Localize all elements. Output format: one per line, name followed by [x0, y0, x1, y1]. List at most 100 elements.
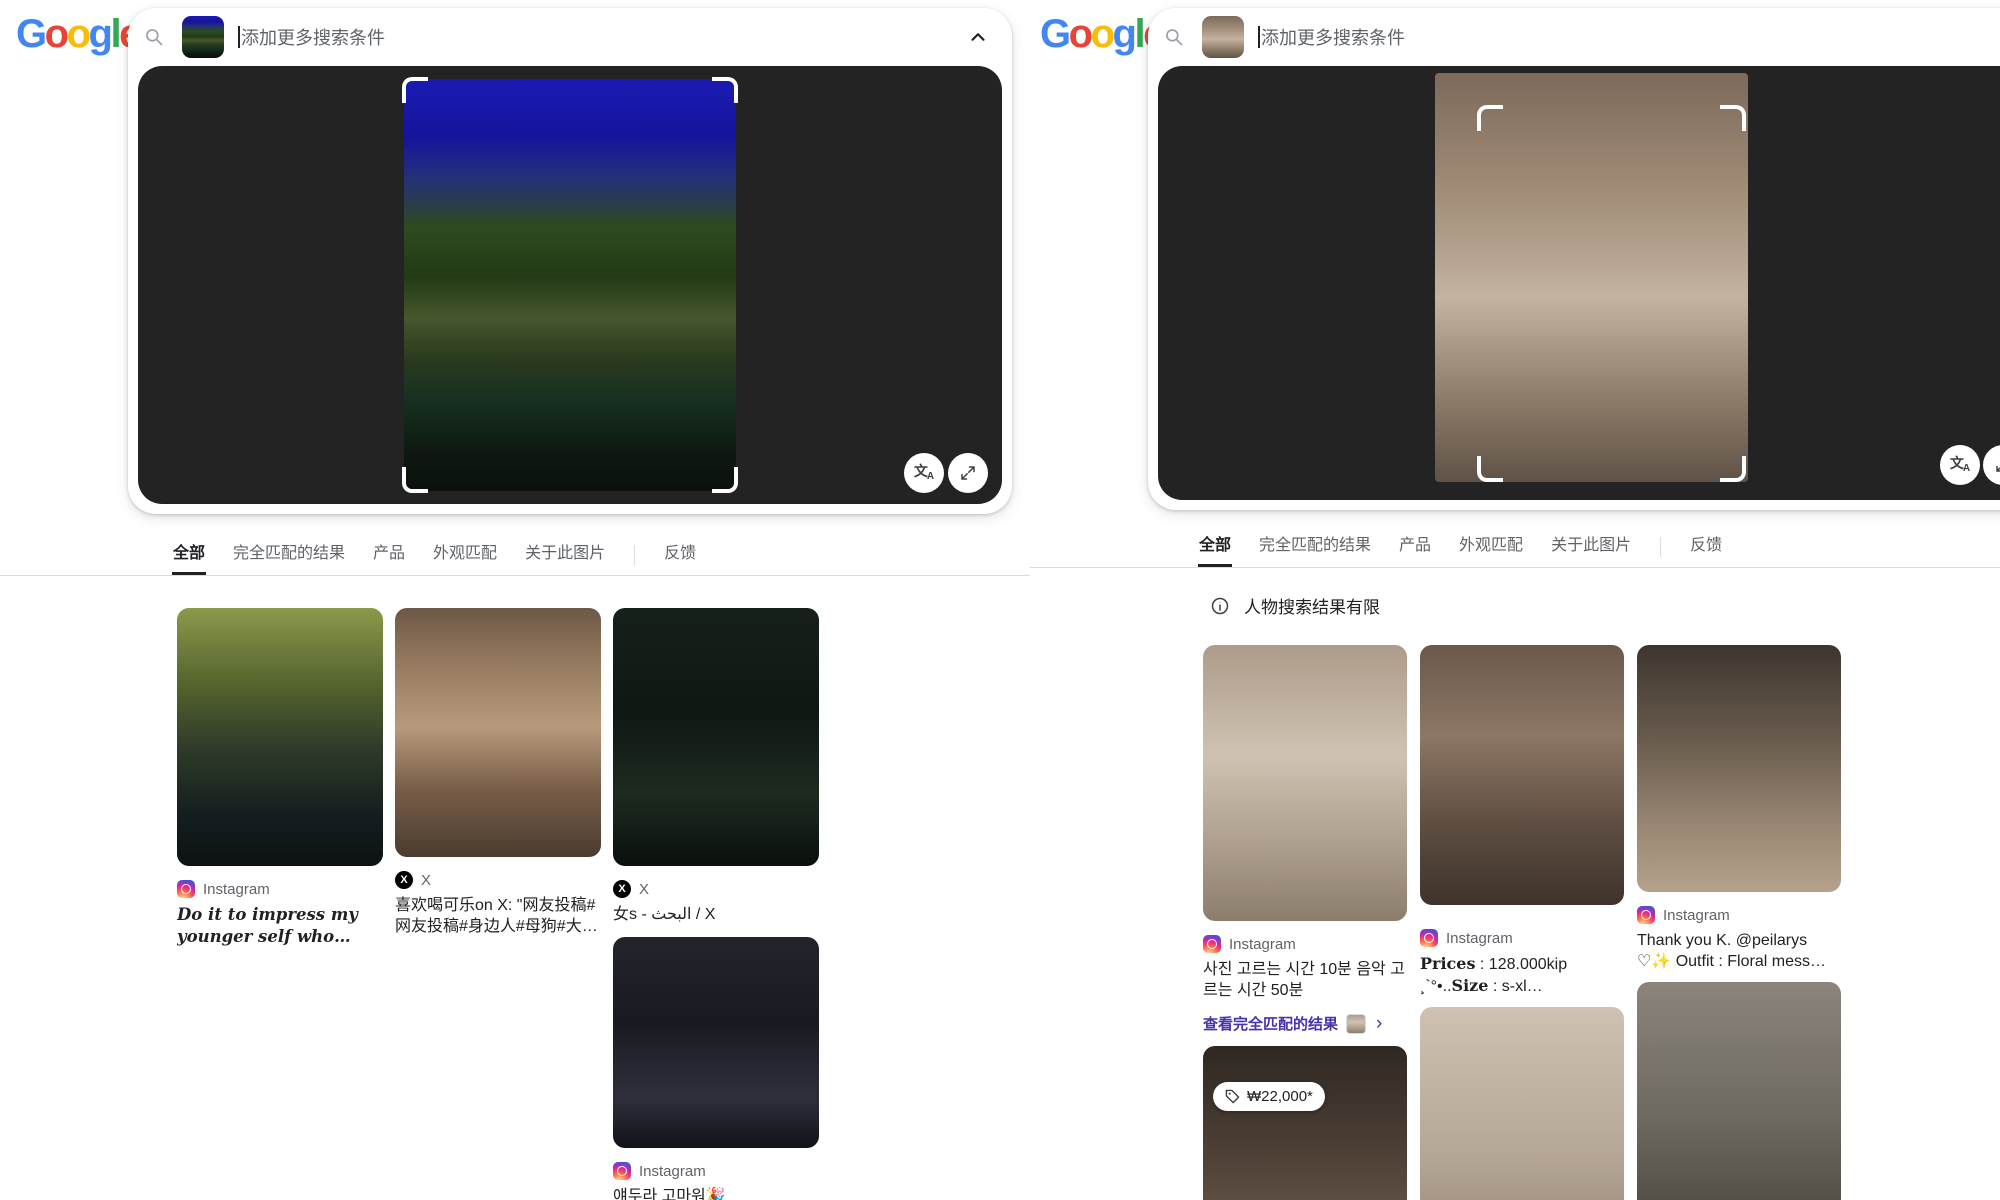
tab-all[interactable]: 全部	[1198, 523, 1232, 567]
source-name: Instagram	[1229, 936, 1296, 953]
price-text: ₩22,000*	[1247, 1088, 1313, 1105]
result-photo[interactable]	[1637, 982, 1841, 1200]
crop-corner[interactable]	[1720, 105, 1746, 131]
tab-products[interactable]: 产品	[372, 531, 406, 575]
source-row[interactable]: Instagram	[1203, 935, 1407, 953]
query-image-chip[interactable]	[182, 16, 224, 58]
result-caption[interactable]: 喜欢喝可乐on X: "网友投稿#网友投稿#身边人#母狗#大奶…	[395, 895, 601, 937]
link-label: 查看完全匹配的结果	[1203, 1013, 1338, 1034]
search-input[interactable]: 添加更多搜索条件	[241, 24, 385, 50]
instagram-icon	[1203, 935, 1221, 953]
tab-exact-matches[interactable]: 完全匹配的结果	[232, 531, 346, 575]
expand-button[interactable]	[948, 453, 988, 493]
source-name: X	[639, 881, 649, 898]
logo-letter: l	[110, 12, 119, 56]
tab-about-image[interactable]: 关于此图片	[524, 531, 606, 575]
tab-visual-matches[interactable]: 外观匹配	[432, 531, 498, 575]
logo-letter: o	[1091, 12, 1113, 56]
result-caption[interactable]: 얘두라 고마워🎉	[613, 1186, 819, 1200]
tab-visual-matches[interactable]: 外观匹配	[1458, 523, 1524, 567]
result-photo[interactable]	[395, 608, 601, 857]
result-tabs: 全部 完全匹配的结果 产品 外观匹配 关于此图片 反馈	[0, 536, 1030, 576]
source-name: Instagram	[1663, 907, 1730, 924]
crop-region	[1479, 107, 1744, 480]
image-viewer: 文A	[138, 66, 1002, 504]
logo-letter: o	[67, 12, 89, 56]
result-photo[interactable]	[1420, 645, 1624, 905]
price-badge[interactable]: ₩22,000*	[1213, 1082, 1325, 1111]
logo-letter: o	[45, 12, 67, 56]
translate-icon: 文A	[914, 464, 934, 482]
info-icon	[1210, 596, 1230, 616]
result-photo[interactable]	[1420, 1007, 1624, 1200]
collapse-panel-button[interactable]	[964, 23, 992, 51]
result-caption[interactable]: Do it to impress my younger self who tho…	[177, 904, 383, 948]
search-bar[interactable]: 添加更多搜索条件	[128, 8, 1012, 66]
query-image-chip[interactable]	[1202, 16, 1244, 58]
source-row[interactable]: Instagram	[1637, 906, 1841, 924]
source-name: Instagram	[639, 1163, 706, 1180]
logo-letter: g	[1113, 12, 1135, 56]
translate-button[interactable]: 文A	[904, 453, 944, 493]
expand-button[interactable]	[1983, 445, 2000, 485]
source-row[interactable]: Instagram	[177, 880, 383, 898]
source-row[interactable]: X X	[613, 880, 819, 898]
see-exact-matches-link[interactable]: 查看完全匹配的结果 ›	[1203, 1013, 1407, 1034]
crop-corner[interactable]	[402, 467, 428, 493]
google-logo[interactable]: Google	[1040, 12, 1163, 57]
caption-part: Prices	[1420, 954, 1475, 973]
source-row[interactable]: Instagram	[1420, 929, 1624, 947]
source-name: Instagram	[1446, 930, 1513, 947]
text-caret	[238, 26, 240, 48]
logo-letter: l	[1134, 12, 1143, 56]
result-photo[interactable]	[1203, 645, 1407, 921]
source-row[interactable]: X X	[395, 871, 601, 889]
result-photo[interactable]: ₩22,000*	[1203, 1046, 1407, 1200]
result-column: Instagram Do it to impress my younger se…	[177, 608, 383, 948]
logo-letter: G	[16, 12, 45, 56]
result-column: Instagram Prices : 128.000kip ¸`°•..Size…	[1420, 645, 1624, 1200]
crop-corner[interactable]	[1477, 456, 1503, 482]
search-icon	[1164, 27, 1184, 47]
result-card: Instagram Prices : 128.000kip ¸`°•..Size…	[1420, 645, 1624, 997]
result-caption[interactable]: Thank you K. @peilarys ♡✨ Outfit : Flora…	[1637, 930, 1841, 972]
tab-about-image[interactable]: 关于此图片	[1550, 523, 1632, 567]
instagram-icon	[1420, 929, 1438, 947]
crop-corner[interactable]	[1477, 105, 1503, 131]
source-name: X	[421, 872, 431, 889]
translate-button[interactable]: 文A	[1940, 445, 1980, 485]
result-photo[interactable]	[613, 937, 819, 1148]
tab-products[interactable]: 产品	[1398, 523, 1432, 567]
result-photo[interactable]	[613, 608, 819, 866]
crop-corner[interactable]	[1720, 456, 1746, 482]
crop-corner[interactable]	[402, 77, 428, 103]
lens-card: 添加更多搜索条件 文A	[128, 8, 1012, 514]
tab-separator	[634, 545, 635, 565]
source-row[interactable]: Instagram	[613, 1162, 819, 1180]
result-caption[interactable]: 사진 고르는 시간 10분 음악 고르는 시간 50분	[1203, 959, 1407, 1001]
crop-corner[interactable]	[712, 467, 738, 493]
tab-exact-matches[interactable]: 完全匹配的结果	[1258, 523, 1372, 567]
result-caption[interactable]: 女s - البحث / X	[613, 904, 819, 925]
x-icon: X	[613, 880, 631, 898]
tab-all[interactable]: 全部	[172, 531, 206, 575]
lens-page-right: Google 添加更多搜索条件 文A 全部 完全匹配的结果	[1030, 0, 2000, 1200]
result-photo[interactable]	[177, 608, 383, 866]
result-column: X X 喜欢喝可乐on X: "网友投稿#网友投稿#身边人#母狗#大奶…	[395, 608, 601, 937]
result-card: Instagram Thank you K. @peilarys ♡✨ Outf…	[1637, 645, 1841, 972]
crop-corner[interactable]	[712, 77, 738, 103]
search-input[interactable]: 添加更多搜索条件	[1261, 24, 1405, 50]
x-icon: X	[395, 871, 413, 889]
logo-letter: o	[1069, 12, 1091, 56]
result-photo[interactable]	[1637, 645, 1841, 892]
tab-feedback[interactable]: 反馈	[1689, 523, 1723, 567]
result-caption[interactable]: Prices : 128.000kip ¸`°•..Size : s-xl…	[1420, 953, 1624, 997]
source-name: Instagram	[203, 881, 270, 898]
tab-feedback[interactable]: 反馈	[663, 531, 697, 575]
result-column: X X 女s - البحث / X Instagram 얘두라 고마워🎉	[613, 608, 819, 1200]
search-bar[interactable]: 添加更多搜索条件	[1148, 8, 2000, 66]
instagram-icon	[613, 1162, 631, 1180]
google-logo[interactable]: Google	[16, 12, 139, 57]
open-in-full-icon	[1994, 456, 2000, 474]
open-in-full-icon	[959, 464, 977, 482]
